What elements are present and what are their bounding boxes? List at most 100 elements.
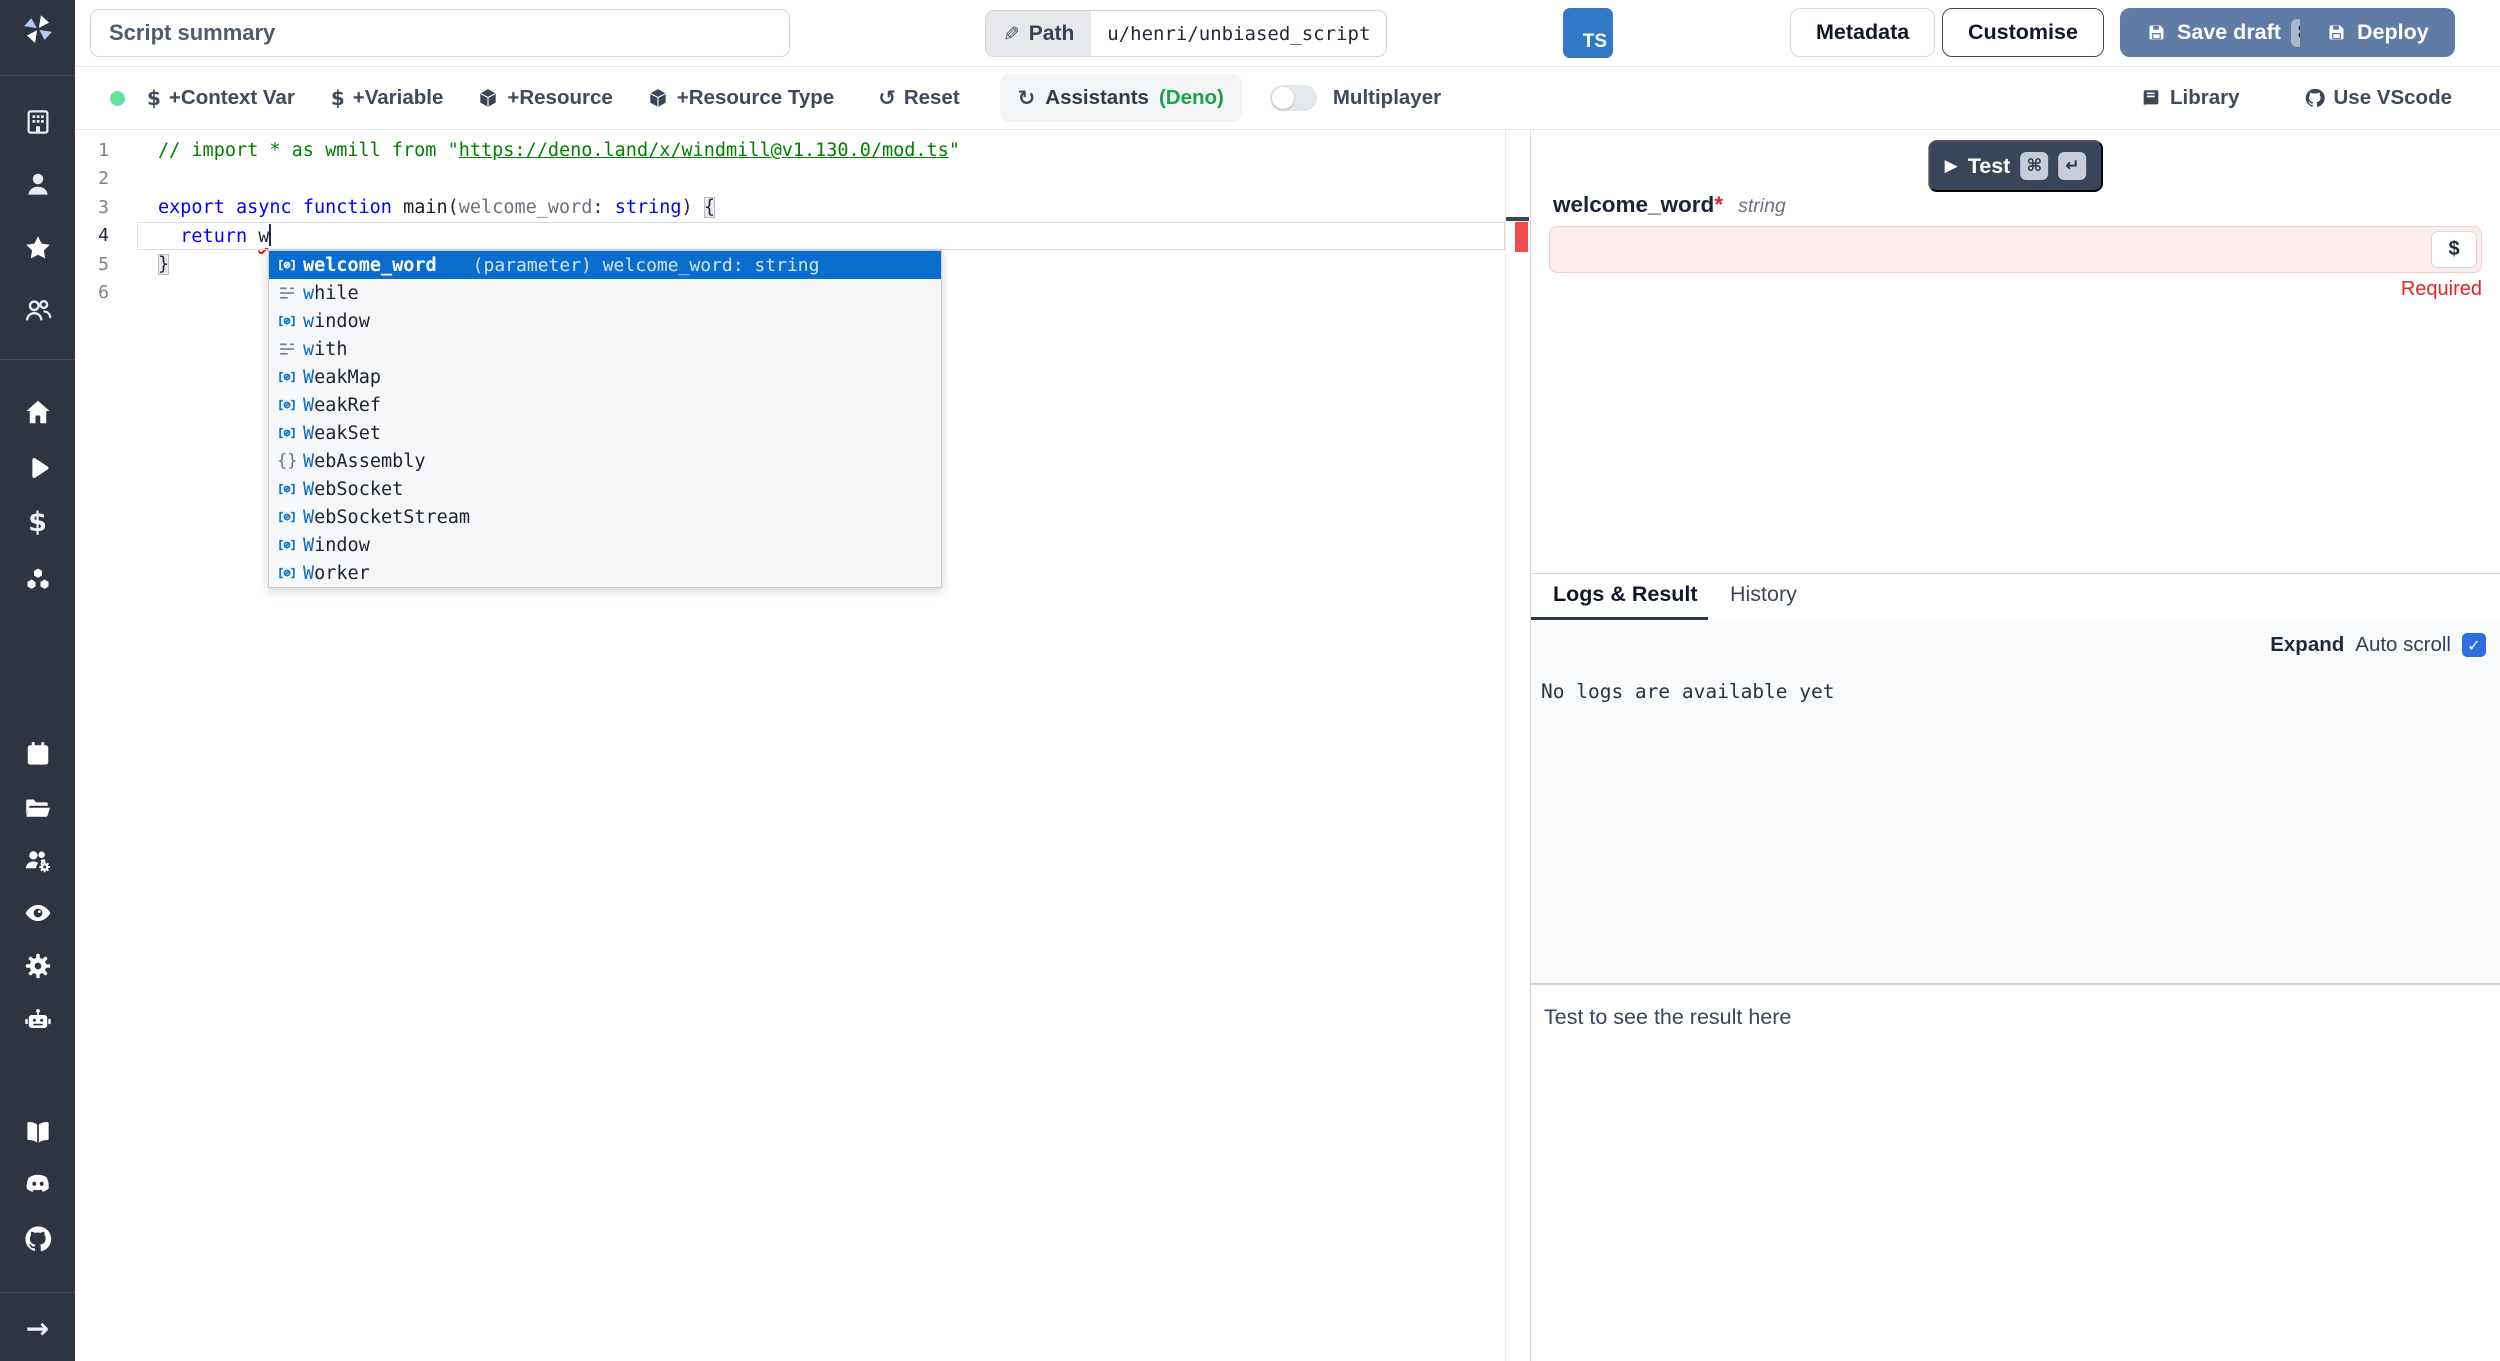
symbol-keyword-icon bbox=[277, 339, 303, 359]
settings-gear-icon[interactable] bbox=[21, 949, 55, 983]
suggestion-item[interactable]: with bbox=[269, 335, 941, 363]
pencil-icon: ✎ bbox=[1003, 22, 1020, 46]
code-text: export async function main(welcome_word:… bbox=[158, 197, 715, 218]
symbol-variable-icon bbox=[277, 563, 303, 583]
workers-robot-icon[interactable] bbox=[21, 1003, 55, 1037]
symbol-module-icon: {} bbox=[277, 451, 303, 471]
sidebar-divider bbox=[0, 75, 75, 76]
no-logs-message: No logs are available yet bbox=[1541, 680, 1835, 703]
deploy-button[interactable]: Deploy bbox=[2300, 8, 2455, 57]
suggestion-label: WebAssembly bbox=[303, 451, 426, 472]
suggestion-item[interactable]: WeakSet bbox=[269, 419, 941, 447]
symbol-variable-icon bbox=[277, 535, 303, 555]
tab-logs-result[interactable]: Logs & Result bbox=[1553, 582, 1698, 607]
code-line[interactable]: 4 return w bbox=[75, 222, 1530, 251]
github-icon[interactable] bbox=[21, 1222, 55, 1256]
star-icon[interactable] bbox=[21, 231, 55, 265]
code-text: return w bbox=[158, 224, 271, 247]
sidebar: $ → bbox=[0, 0, 75, 1361]
book-icon bbox=[2140, 87, 2162, 109]
test-button[interactable]: ▶ Test ⌘ ↵ bbox=[1928, 140, 2104, 192]
suggestion-label: Window bbox=[303, 535, 370, 556]
required-star: * bbox=[1714, 192, 1723, 217]
line-number: 2 bbox=[75, 168, 135, 189]
audit-logs-eye-icon[interactable] bbox=[21, 896, 55, 930]
windmill-script-editor: $ → bbox=[0, 0, 2500, 1361]
path-edit-button[interactable]: ✎ Path bbox=[986, 11, 1091, 56]
deploy-save-icon bbox=[2326, 22, 2347, 43]
assistants-button[interactable]: ↻ Assistants (Deno) bbox=[1000, 74, 1242, 122]
path-value-input[interactable]: u/henri/unbiased_script bbox=[1091, 11, 1386, 56]
customise-button[interactable]: Customise bbox=[1942, 8, 2104, 57]
multiplayer-toggle[interactable] bbox=[1270, 85, 1317, 111]
add-resource-button[interactable]: +Resource bbox=[477, 86, 612, 110]
suggestion-label: with bbox=[303, 339, 348, 360]
assistants-language: (Deno) bbox=[1159, 86, 1224, 110]
suggestion-item[interactable]: WebSocketStream bbox=[269, 503, 941, 531]
suggestion-label: WeakMap bbox=[303, 367, 381, 388]
overview-ruler-divider bbox=[1505, 130, 1506, 1361]
schedules-calendar-icon[interactable] bbox=[21, 737, 55, 771]
suggestion-label: window bbox=[303, 311, 370, 332]
code-text: // import * as wmill from "https://deno.… bbox=[158, 140, 960, 161]
metadata-button[interactable]: Metadata bbox=[1790, 8, 1935, 57]
dollar-icon: $ bbox=[147, 86, 161, 110]
line-number: 3 bbox=[75, 197, 135, 218]
overview-ruler-error-marker bbox=[1515, 222, 1528, 252]
refresh-icon: ↻ bbox=[1018, 86, 1036, 110]
symbol-variable-icon bbox=[277, 507, 303, 527]
save-icon bbox=[2146, 22, 2167, 43]
suggestion-item[interactable]: WebSocket bbox=[269, 475, 941, 503]
reset-icon: ↺ bbox=[878, 86, 896, 110]
symbol-variable-icon bbox=[277, 255, 303, 275]
suggestion-item[interactable]: while bbox=[269, 279, 941, 307]
discord-icon[interactable] bbox=[21, 1167, 55, 1201]
code-line[interactable]: 1// import * as wmill from "https://deno… bbox=[75, 136, 1530, 165]
suggestion-item[interactable]: welcome_word(parameter) welcome_word: st… bbox=[269, 251, 941, 279]
user-icon[interactable] bbox=[21, 167, 55, 201]
code-editor[interactable]: 1// import * as wmill from "https://deno… bbox=[75, 130, 1530, 1361]
windmill-logo-icon[interactable] bbox=[21, 12, 55, 46]
add-resource-type-button[interactable]: +Resource Type bbox=[647, 86, 834, 110]
tab-history[interactable]: History bbox=[1730, 582, 1797, 607]
code-line[interactable]: 2 bbox=[75, 165, 1530, 194]
groups-gear-icon[interactable] bbox=[21, 844, 55, 878]
status-dot bbox=[110, 91, 125, 106]
result-placeholder: Test to see the result here bbox=[1544, 1005, 1791, 1030]
folders-icon[interactable] bbox=[21, 791, 55, 825]
symbol-variable-icon bbox=[277, 311, 303, 331]
workspace-building-icon[interactable] bbox=[21, 105, 55, 139]
suggestion-item[interactable]: Window bbox=[269, 531, 941, 559]
suggestion-item[interactable]: WeakMap bbox=[269, 363, 941, 391]
play-icon: ▶ bbox=[1945, 156, 1958, 176]
argument-input[interactable]: $ bbox=[1549, 226, 2482, 273]
add-context-var-button[interactable]: $ +Context Var bbox=[147, 86, 295, 110]
docs-book-icon[interactable] bbox=[21, 1115, 55, 1149]
autoscroll-checkbox[interactable]: ✓ bbox=[2462, 633, 2486, 657]
suggestion-item[interactable]: Worker bbox=[269, 559, 941, 587]
insert-variable-button[interactable]: $ bbox=[2431, 231, 2477, 268]
symbol-variable-icon bbox=[277, 423, 303, 443]
expand-button[interactable]: Expand bbox=[2270, 633, 2344, 657]
variables-dollar-icon[interactable]: $ bbox=[21, 505, 55, 539]
runs-play-icon[interactable] bbox=[21, 451, 55, 485]
suggestion-item[interactable]: WeakRef bbox=[269, 391, 941, 419]
argument-label: welcome_word*string bbox=[1553, 192, 1786, 218]
suggestion-item[interactable]: {}WebAssembly bbox=[269, 447, 941, 475]
use-vscode-button[interactable]: Use VScode bbox=[2304, 86, 2453, 110]
line-number: 4 bbox=[75, 225, 135, 246]
resources-boxes-icon[interactable] bbox=[21, 563, 55, 597]
home-icon[interactable] bbox=[21, 395, 55, 429]
users-icon[interactable] bbox=[21, 293, 55, 327]
suggestion-item[interactable]: window bbox=[269, 307, 941, 335]
argument-type: string bbox=[1738, 195, 1786, 217]
sidebar-divider bbox=[0, 359, 75, 360]
reset-button[interactable]: ↺ Reset bbox=[878, 86, 959, 110]
add-variable-button[interactable]: $ +Variable bbox=[331, 86, 444, 110]
expand-sidebar-arrow-icon[interactable]: → bbox=[21, 1311, 55, 1345]
library-button[interactable]: Library bbox=[2140, 86, 2240, 110]
cube-icon bbox=[647, 87, 669, 109]
script-summary-input[interactable] bbox=[90, 9, 790, 57]
symbol-variable-icon bbox=[277, 395, 303, 415]
code-line[interactable]: 3 export async function main(welcome_word… bbox=[75, 193, 1530, 222]
